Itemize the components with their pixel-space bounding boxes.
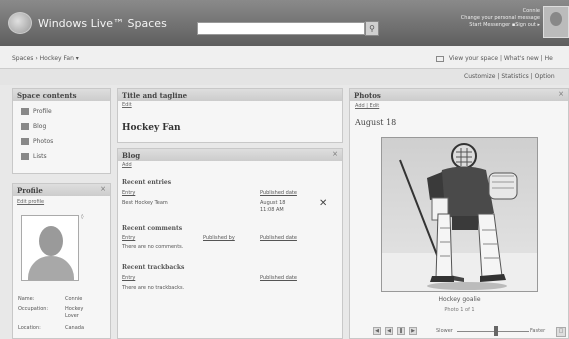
entry-time: 11:08 AM: [260, 207, 284, 213]
trackbacks-published-date-column-header[interactable]: Published date: [260, 275, 297, 281]
delete-entry-icon[interactable]: ✕: [319, 198, 327, 209]
profile-avatar: [21, 215, 79, 281]
breadcrumb-bar: Spaces › Hockey Fan ▾ View your space | …: [0, 46, 569, 69]
sidebar-item-profile[interactable]: Profile: [13, 104, 110, 119]
blog-title: Blog: [122, 151, 141, 160]
published-by-column-header[interactable]: Published by: [203, 235, 235, 241]
sidebar-item-photos[interactable]: Photos: [13, 134, 110, 149]
brand-title[interactable]: Windows Live™ Spaces: [38, 17, 167, 30]
photos-title: Photos: [354, 91, 381, 100]
profile-icon: [21, 108, 29, 115]
close-icon[interactable]: ×: [100, 185, 106, 193]
blog-icon: [21, 123, 29, 130]
photos-panel: Photos × Add | Edit August 18 Hockey goa…: [349, 88, 569, 339]
space-contents-panel: Space contents Profile Blog Photos Lists: [12, 88, 111, 174]
sidebar-item-blog[interactable]: Blog: [13, 119, 110, 134]
customize-links[interactable]: Customize | Statistics | Option: [464, 73, 555, 80]
first-photo-button[interactable]: ◀: [373, 327, 381, 335]
search-button[interactable]: ⚲: [365, 21, 379, 36]
windows-live-logo-icon[interactable]: [8, 12, 32, 34]
entry-column-header[interactable]: Entry: [122, 190, 135, 196]
previous-photo-button[interactable]: ◀: [385, 327, 393, 335]
space-contents-title: Space contents: [13, 89, 110, 101]
user-name[interactable]: Connie: [441, 8, 540, 15]
blog-add-link[interactable]: Add: [118, 161, 342, 169]
recent-comments-heading: Recent comments: [122, 225, 183, 232]
published-date-column-header[interactable]: Published date: [260, 190, 297, 196]
profile-title: Profile: [17, 186, 43, 195]
top-header-bar: Windows Live™ Spaces ⚲ Connie Change you…: [0, 0, 569, 46]
profile-header: Profile ×: [13, 184, 110, 196]
no-comments-text: There are no comments.: [122, 244, 184, 250]
title-tagline-title: Title and tagline: [118, 89, 342, 101]
photo-caption: Hockey goalie: [438, 296, 481, 303]
next-photo-button[interactable]: ▶: [409, 327, 417, 335]
sidebar-item-lists[interactable]: Lists: [13, 149, 110, 164]
recent-entries-heading: Recent entries: [122, 179, 172, 186]
hockey-goalie-photo[interactable]: [381, 137, 538, 292]
faster-label: Faster: [530, 328, 546, 334]
comments-entry-column-header[interactable]: Entry: [122, 235, 135, 241]
entry-date: August 18: [260, 200, 286, 206]
speed-slider-handle[interactable]: [494, 326, 498, 336]
close-icon[interactable]: ×: [558, 90, 564, 98]
close-icon[interactable]: ×: [332, 150, 338, 158]
lists-icon: [21, 153, 29, 160]
name-label: Name:: [18, 296, 35, 302]
avatar-options-icon[interactable]: ◊: [81, 214, 83, 220]
occupation-value: Hockey Lover: [65, 306, 84, 319]
entry-title-link[interactable]: Best Hockey Team: [122, 200, 168, 206]
no-trackbacks-text: There are no trackbacks.: [122, 285, 185, 291]
title-tagline-panel: Title and tagline Edit Hockey Fan: [117, 88, 343, 143]
photos-add-edit-links[interactable]: Add | Edit: [350, 101, 568, 111]
messenger-signout-links[interactable]: Start Messenger ▪Sign out ▸: [441, 22, 540, 29]
photos-header: Photos ×: [350, 89, 568, 101]
top-nav-links-text[interactable]: View your space | What's new | He: [449, 55, 553, 62]
trackbacks-entry-column-header[interactable]: Entry: [122, 275, 135, 281]
avatar-body-shape: [28, 256, 74, 280]
name-value: Connie: [65, 296, 83, 302]
blog-panel: Blog × Add Recent entries Entry Publishe…: [117, 148, 343, 339]
speed-slider[interactable]: [457, 331, 529, 332]
view-space-icon: [436, 55, 444, 62]
profile-panel: Profile × Edit profile ◊ Name: Connie Oc…: [12, 183, 111, 339]
fullscreen-icon[interactable]: □: [556, 327, 566, 337]
comments-published-date-column-header[interactable]: Published date: [260, 235, 297, 241]
search-input[interactable]: [197, 22, 365, 35]
title-edit-link[interactable]: Edit: [118, 101, 342, 109]
customize-bar: Customize | Statistics | Option: [0, 69, 569, 85]
occupation-label: Occupation:: [18, 306, 49, 312]
album-date: August 18: [355, 118, 397, 127]
avatar-head-shape: [39, 226, 63, 256]
photos-icon: [21, 138, 29, 145]
personal-message-link[interactable]: Change your personal message: [441, 15, 540, 22]
top-nav-links: View your space | What's new | He: [436, 55, 553, 62]
location-value: Canada: [65, 325, 85, 331]
edit-profile-link[interactable]: Edit profile: [13, 196, 110, 208]
user-avatar[interactable]: [543, 6, 569, 38]
recent-trackbacks-heading: Recent trackbacks: [122, 264, 185, 271]
slower-label: Slower: [436, 328, 453, 334]
photo-counter: Photo 1 of 1: [444, 307, 475, 313]
breadcrumb[interactable]: Spaces › Hockey Fan ▾: [12, 55, 79, 62]
pause-button[interactable]: ❚: [397, 327, 405, 335]
space-title: Hockey Fan: [122, 123, 181, 133]
hockey-goalie-image-icon: [382, 143, 537, 291]
user-info: Connie Change your personal message Star…: [441, 8, 540, 29]
blog-header: Blog ×: [118, 149, 342, 161]
location-label: Location:: [18, 325, 41, 331]
